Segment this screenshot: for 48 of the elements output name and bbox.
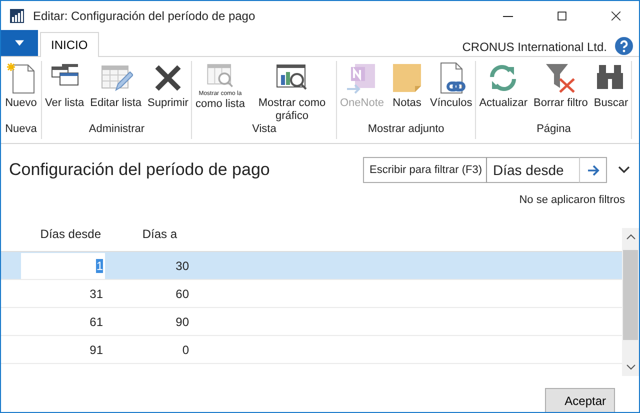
scrollbar[interactable]	[622, 228, 639, 376]
ribbon-button[interactable]: Suprimir	[144, 61, 192, 123]
table-cell-text: 60	[174, 286, 189, 300]
ribbon-button[interactable]: Buscar	[590, 61, 632, 123]
window-title: Editar: Configuración del período de pago	[33, 9, 256, 23]
table-cell: 1	[21, 252, 105, 278]
ribbon-button[interactable]: Nuevo	[1, 61, 41, 123]
group-label: Nueva	[5, 123, 37, 137]
page-title: Configuración del período de pago	[9, 160, 271, 180]
table-row[interactable]: 31 60	[1, 280, 622, 308]
ribbon-button[interactable]: Editar lista	[87, 61, 144, 123]
group-label: Mostrar adjunto	[368, 123, 444, 137]
table-row[interactable]: 61 90	[1, 308, 622, 336]
filter-field[interactable]: Días desde	[487, 157, 579, 183]
ribbon-button[interactable]: Notas	[387, 61, 428, 123]
close-icon	[609, 9, 623, 23]
menu-button[interactable]	[1, 30, 38, 56]
group-label: Vista	[252, 123, 276, 137]
scroll-down-icon[interactable]	[626, 364, 636, 370]
column-header[interactable]: Días a	[101, 226, 177, 240]
table-cell-text: 0	[181, 342, 189, 356]
app-icon	[9, 8, 25, 24]
maximize-icon	[555, 9, 569, 23]
ribbon-button[interactable]: Borrar filtro	[530, 61, 591, 123]
help-icon[interactable]	[615, 36, 633, 54]
ribbon-tab[interactable]: INICIO	[40, 32, 99, 57]
group-label: Página	[536, 123, 571, 137]
ribbon-button[interactable]: Actualizar	[476, 61, 531, 123]
column-header[interactable]: Días desde	[1, 226, 101, 240]
apply-filter-button[interactable]	[579, 157, 607, 183]
table-cell-text: 61	[88, 314, 104, 328]
filter-label: Escribir para filtrar (F3)	[362, 157, 487, 183]
company-name: CRONUS International Ltd.	[462, 38, 607, 54]
arrow-right-icon	[586, 164, 600, 176]
scroll-up-icon[interactable]	[626, 234, 636, 240]
table-cell-text: 30	[174, 258, 189, 272]
table-cell-text: 31	[88, 286, 104, 300]
table-row[interactable]: 1 30	[1, 252, 622, 280]
table-cell-text: 91	[88, 342, 104, 356]
ok-button[interactable]: Aceptar	[545, 388, 615, 412]
table-cell-text: 90	[174, 314, 189, 328]
group-label: Administrar	[88, 123, 145, 137]
table-row[interactable]: 91 0	[1, 336, 622, 364]
ribbon-button[interactable]: Mostrar como gráfico	[248, 61, 336, 123]
ribbon-button[interactable]: Ver lista	[42, 61, 88, 123]
filter-status: No se aplicaron filtros	[519, 194, 625, 206]
ribbon-button[interactable]: Vínculos	[427, 61, 476, 123]
caret-down-icon	[15, 40, 24, 46]
